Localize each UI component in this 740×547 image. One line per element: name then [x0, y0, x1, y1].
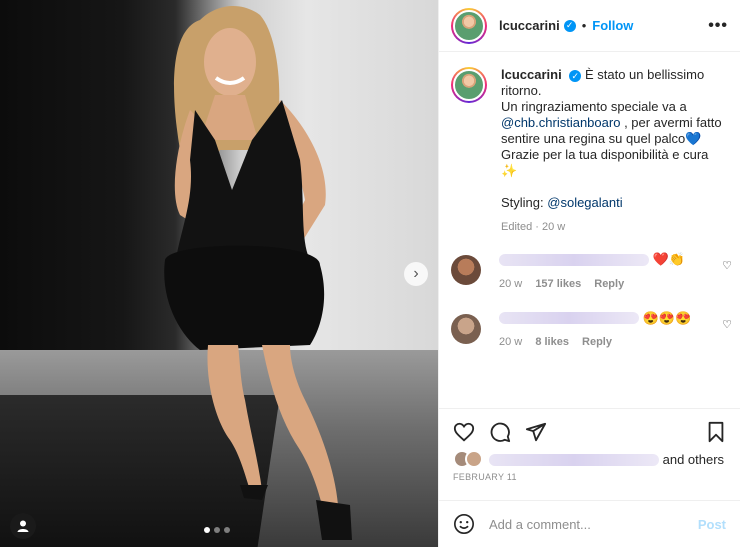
comment-input[interactable]: Add a comment... — [489, 517, 698, 532]
chevron-right-icon: › — [413, 265, 419, 282]
next-photo-button[interactable]: › — [404, 262, 428, 286]
comment-body: ❤️👏 20 w 157 likes Reply — [499, 251, 719, 290]
comment-meta: 20 w 8 likes Reply — [499, 336, 719, 348]
emoji-smiley-icon[interactable] — [453, 513, 475, 535]
caption-meta: Edited · 20 w — [501, 221, 566, 233]
caption-avatar[interactable] — [451, 67, 487, 103]
woman-in-black-dress-image — [164, 5, 352, 540]
add-comment-bar: Add a comment... Post — [439, 500, 740, 547]
comment-age: 20 w — [499, 277, 523, 290]
caption-line-3: Grazie per la tua disponibilità e cura — [501, 147, 709, 162]
reply-button[interactable]: Reply — [594, 278, 624, 290]
caption-line-2-prefix: Un ringraziamento speciale va a — [501, 99, 687, 114]
post-sidebar: lcuccarini ✓ • Follow ••• lcuccarini ✓ È… — [438, 0, 740, 547]
liker-avatar — [465, 450, 483, 468]
share-send-icon[interactable] — [525, 421, 547, 443]
follow-button[interactable]: Follow — [592, 18, 633, 33]
mention-link[interactable]: @chb.christianboaro — [501, 115, 620, 130]
caption-body: lcuccarini ✓ È stato un bellissimo ritor… — [501, 67, 728, 235]
caption-username[interactable]: lcuccarini — [501, 67, 562, 82]
instagram-post-modal: › lcuccarini ✓ • Follow ••• lcuccarini ✓… — [0, 0, 740, 547]
post-caption: lcuccarini ✓ È stato un bellissimo ritor… — [439, 53, 740, 235]
bookmark-icon[interactable] — [706, 421, 726, 443]
commenter-avatar[interactable] — [451, 255, 481, 285]
post-actions — [439, 408, 740, 454]
verified-badge-icon: ✓ — [569, 69, 582, 82]
comment-body: 😍😍😍 20 w 8 likes Reply — [499, 310, 719, 348]
blue-heart-emoji: 💙 — [685, 131, 702, 146]
mention-link[interactable]: @solegalanti — [547, 195, 622, 210]
comments-section[interactable]: lcuccarini ✓ È stato un bellissimo ritor… — [439, 53, 740, 408]
likes-text: and others — [489, 452, 724, 467]
liker-avatars — [453, 450, 483, 468]
carousel-indicator — [204, 527, 230, 533]
post-comment-button[interactable]: Post — [698, 517, 726, 532]
user-icon — [17, 520, 29, 532]
verified-badge-icon: ✓ — [563, 19, 576, 32]
comment-age: 20 w — [499, 336, 523, 349]
author-avatar[interactable] — [451, 7, 487, 44]
likes-summary[interactable]: and others — [453, 450, 730, 468]
post-date: FEBRUARY 11 — [453, 472, 517, 482]
redacted-comment-text — [499, 312, 639, 325]
likes-suffix[interactable]: and others — [663, 452, 724, 467]
post-photo[interactable]: › — [0, 0, 438, 547]
redacted-comment-text — [499, 253, 649, 266]
carousel-dot — [224, 527, 230, 533]
comment-likes[interactable]: 8 likes — [535, 336, 569, 348]
redacted-liker-names — [489, 454, 659, 467]
comment-item: 😍😍😍 20 w 8 likes Reply ♡ — [439, 310, 740, 348]
carousel-dot — [214, 527, 220, 533]
carousel-dot — [204, 527, 210, 533]
separator-dot: • — [581, 18, 587, 33]
sparkle-emoji: ✨ — [501, 163, 518, 178]
reply-button[interactable]: Reply — [582, 336, 612, 348]
comment-emojis: ❤️👏 — [652, 251, 685, 267]
styling-label: Styling: — [501, 195, 544, 210]
author-username[interactable]: lcuccarini — [499, 18, 560, 33]
comment-bubble-icon[interactable] — [489, 421, 511, 443]
tagged-users-button[interactable] — [10, 513, 36, 539]
like-comment-heart-icon[interactable]: ♡ — [722, 259, 732, 272]
like-heart-icon[interactable] — [453, 421, 475, 443]
commenter-avatar[interactable] — [451, 313, 481, 344]
comment-item: ❤️👏 20 w 157 likes Reply ♡ — [439, 251, 740, 290]
like-comment-heart-icon[interactable]: ♡ — [722, 318, 732, 331]
comment-meta: 20 w 157 likes Reply — [499, 278, 719, 290]
comment-emojis: 😍😍😍 — [642, 310, 692, 326]
post-header: lcuccarini ✓ • Follow ••• — [439, 0, 740, 52]
more-options-icon[interactable]: ••• — [708, 17, 728, 35]
comment-likes[interactable]: 157 likes — [535, 278, 581, 290]
